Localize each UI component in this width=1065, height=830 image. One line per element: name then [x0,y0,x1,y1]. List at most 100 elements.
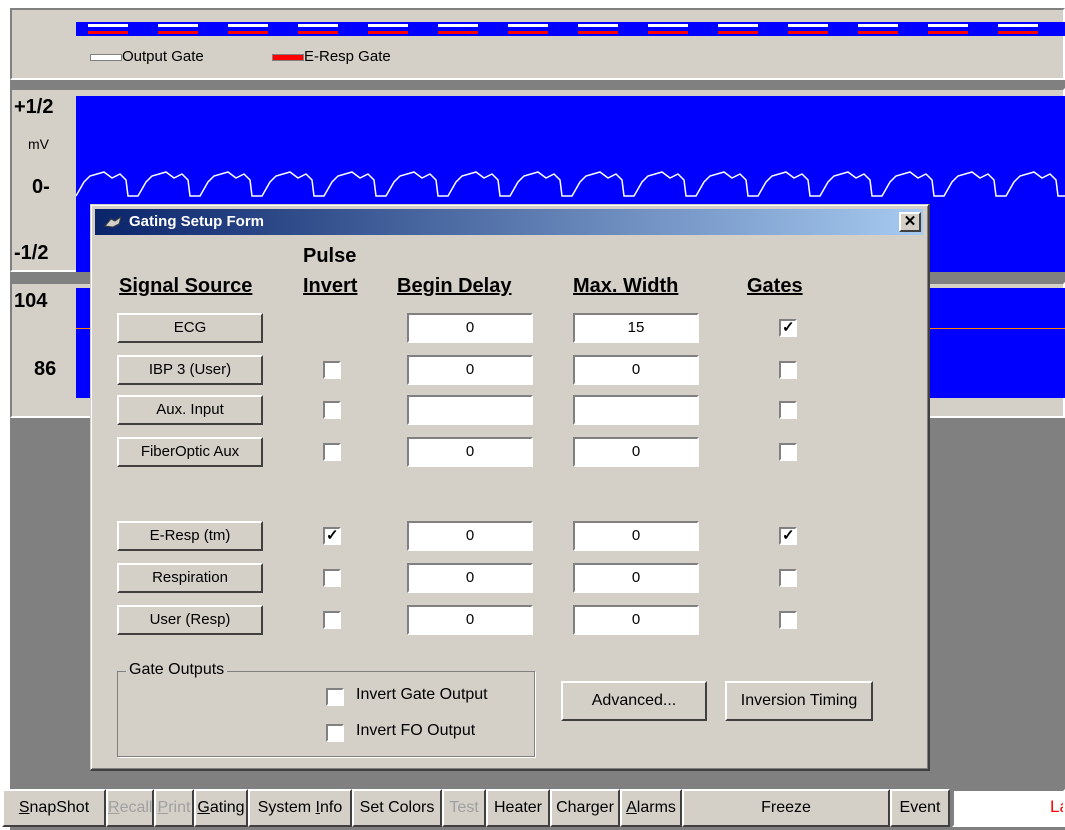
eresp-gate-mark [858,31,898,34]
test-button[interactable]: Test [442,789,486,827]
eresp-gate-mark [158,31,198,34]
output-gate-legend-label: Output Gate [122,48,204,65]
source-button[interactable]: Respiration [117,563,263,593]
freeze-button[interactable]: Freeze [682,789,890,827]
max-width-field[interactable]: 0 [573,437,699,467]
max-width-field[interactable]: 0 [573,521,699,551]
eresp-gate-mark [788,31,828,34]
ecg-scale-bottom: -1/2 [14,242,49,264]
recall-button[interactable]: Recall [106,789,154,827]
begin-delay-field[interactable] [407,395,533,425]
header-pulse: Pulse [303,245,357,267]
invert-fo-output-checkbox[interactable] [326,724,344,742]
eresp-gate-mark [88,31,128,34]
eresp-gate-legend-swatch [272,54,304,61]
header-begin-delay: Begin Delay [397,275,512,297]
eresp-gate-mark [718,31,758,34]
pulse-invert-checkbox[interactable]: ✓ [323,527,341,545]
dialog-app-icon [103,214,123,230]
output-gate-mark [718,24,758,27]
gate-pulse-strip [76,22,1065,36]
header-max-width: Max. Width [573,275,679,297]
dialog-titlebar[interactable]: Gating Setup Form ✕ [95,209,923,235]
source-button[interactable]: E-Resp (tm) [117,521,263,551]
output-gate-mark [88,24,128,27]
max-width-field[interactable] [573,395,699,425]
output-gate-mark [998,24,1038,27]
pulse-invert-checkbox[interactable] [323,401,341,419]
header-invert: Invert [303,275,358,297]
pulse-invert-checkbox[interactable] [323,569,341,587]
gates-checkbox[interactable] [779,361,797,379]
alarms-button[interactable]: Alarms [620,789,682,827]
pulse-invert-checkbox[interactable] [323,361,341,379]
source-button[interactable]: ECG [117,313,263,343]
ecg-scale-zero: 0- [32,176,50,198]
charger-button[interactable]: Charger [550,789,620,827]
gate-pulse-marks [88,24,1038,34]
status-text: La [1050,797,1063,816]
gates-checkbox[interactable] [779,401,797,419]
max-width-field[interactable]: 0 [573,563,699,593]
source-button[interactable]: User (Resp) [117,605,263,635]
eresp-gate-mark [368,31,408,34]
heater-button[interactable]: Heater [486,789,550,827]
begin-delay-field[interactable]: 0 [407,437,533,467]
invert-gate-output-label: Invert Gate Output [356,686,488,703]
gate-strip-panel: Output Gate E-Resp Gate [10,8,1065,80]
set-colors-button[interactable]: Set Colors [352,789,442,827]
pressure-scale-bottom: 86 [34,358,57,380]
begin-delay-field[interactable]: 0 [407,563,533,593]
output-gate-mark [788,24,828,27]
max-width-field[interactable]: 0 [573,605,699,635]
gates-checkbox[interactable] [779,611,797,629]
system-info-button[interactable]: System Info [248,789,352,827]
eresp-gate-mark [998,31,1038,34]
output-gate-mark [368,24,408,27]
gates-checkbox[interactable]: ✓ [779,319,797,337]
output-gate-mark [158,24,198,27]
eresp-gate-mark [508,31,548,34]
gate-outputs-label: Gate Outputs [126,661,228,679]
output-gate-mark [648,24,688,27]
eresp-gate-mark [648,31,688,34]
max-width-field[interactable]: 15 [573,313,699,343]
source-button[interactable]: Aux. Input [117,395,263,425]
close-button[interactable]: ✕ [899,212,921,232]
gates-checkbox[interactable] [779,569,797,587]
gates-checkbox[interactable] [779,443,797,461]
begin-delay-field[interactable]: 0 [407,521,533,551]
output-gate-mark [438,24,478,27]
header-gates: Gates [747,275,803,297]
inversion-timing-button[interactable]: Inversion Timing [725,681,873,721]
gating-setup-dialog: Gating Setup Form ✕ Signal Source Pulse … [90,204,930,771]
output-gate-mark [228,24,268,27]
pressure-scale-top: 104 [14,290,48,312]
check-icon: ✓ [782,319,795,336]
gating-button[interactable]: Gating [194,789,248,827]
max-width-field[interactable]: 0 [573,355,699,385]
eresp-gate-mark [578,31,618,34]
advanced-button[interactable]: Advanced... [561,681,707,721]
begin-delay-field[interactable]: 0 [407,313,533,343]
begin-delay-field[interactable]: 0 [407,355,533,385]
output-gate-mark [928,24,968,27]
status-field: La [952,789,1065,827]
event-button[interactable]: Event [890,789,950,827]
invert-fo-output-label: Invert FO Output [356,722,476,739]
ecg-scale-unit: mV [28,136,49,152]
invert-gate-output-checkbox[interactable] [326,688,344,706]
output-gate-mark [578,24,618,27]
gates-checkbox[interactable]: ✓ [779,527,797,545]
source-button[interactable]: IBP 3 (User) [117,355,263,385]
pulse-invert-checkbox[interactable] [323,443,341,461]
print-button[interactable]: Print [154,789,194,827]
ecg-scale-top: +1/2 [14,96,54,118]
output-gate-mark [508,24,548,27]
pulse-invert-checkbox[interactable] [323,611,341,629]
output-gate-mark [298,24,338,27]
snapshot-button[interactable]: SnapShot [2,789,106,827]
source-button[interactable]: FiberOptic Aux [117,437,263,467]
begin-delay-field[interactable]: 0 [407,605,533,635]
eresp-gate-mark [438,31,478,34]
